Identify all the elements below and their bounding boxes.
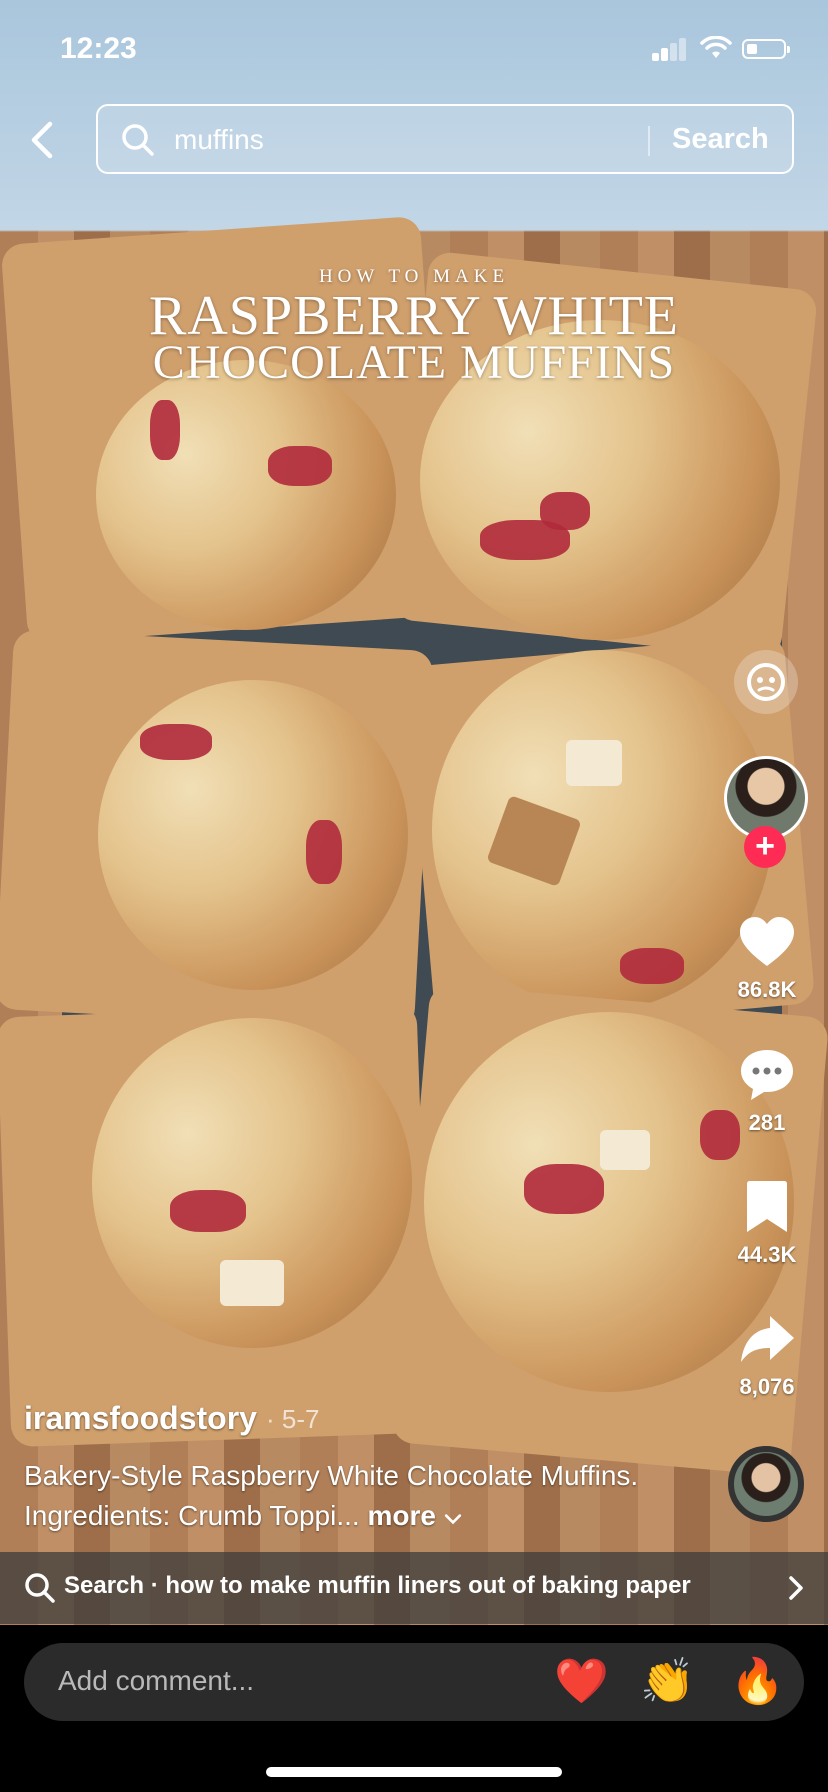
status-time: 12:23: [60, 32, 137, 65]
comment-count: 281: [748, 1110, 786, 1135]
bookmark-icon[interactable]: [736, 1176, 798, 1238]
comment-icon[interactable]: [736, 1044, 798, 1106]
search-icon: [25, 1573, 55, 1603]
battery-icon: [742, 39, 790, 59]
raspberry: [170, 1190, 246, 1232]
chevron-right-icon: [789, 1576, 803, 1600]
raspberry: [150, 400, 180, 460]
raspberry: [620, 948, 684, 984]
search-divider: [648, 126, 650, 156]
raspberry: [524, 1164, 604, 1214]
clap-emoji-button[interactable]: 👏: [640, 1657, 695, 1707]
search-button[interactable]: Search: [672, 123, 769, 156]
post-date: · 5-7: [266, 1404, 320, 1434]
raspberry: [306, 820, 342, 884]
tiktok-video-screen: HOW TO MAKE RASPBERRY WHITE CHOCOLATE MU…: [0, 0, 828, 1792]
overlay-title-line2: CHOCOLATE MUFFINS: [152, 336, 676, 389]
heart-icon[interactable]: [736, 912, 798, 974]
cellular-signal-icon: [652, 37, 688, 61]
follow-button[interactable]: +: [744, 826, 786, 868]
comment-placeholder: Add comment...: [58, 1665, 255, 1696]
caption-text: Bakery-Style Raspberry White Chocolate M…: [24, 1460, 639, 1531]
fire-emoji-button[interactable]: 🔥: [730, 1657, 785, 1707]
related-search-bar[interactable]: Search · how to make muffin liners out o…: [0, 1552, 828, 1624]
chevron-down-icon: [444, 1514, 461, 1525]
comment-input[interactable]: Add comment... ❤️ 👏 🔥: [24, 1643, 804, 1721]
share-icon[interactable]: [736, 1308, 798, 1370]
raspberry: [268, 446, 332, 486]
white-chocolate-chunk: [566, 740, 622, 786]
muffin: [98, 680, 408, 990]
muffin: [96, 360, 396, 630]
back-chevron-icon[interactable]: [24, 118, 64, 162]
creator-username[interactable]: iramsfoodstory: [24, 1400, 257, 1437]
home-indicator[interactable]: [266, 1767, 562, 1777]
search-bar[interactable]: muffins Search: [96, 104, 794, 174]
raspberry: [540, 492, 590, 530]
comment-bar: Add comment... ❤️ 👏 🔥: [0, 1625, 828, 1792]
video-player[interactable]: HOW TO MAKE RASPBERRY WHITE CHOCOLATE MU…: [0, 0, 828, 1625]
face-effect-icon: [747, 663, 785, 701]
white-chocolate-chunk: [220, 1260, 284, 1306]
video-caption[interactable]: Bakery-Style Raspberry White Chocolate M…: [24, 1456, 644, 1536]
search-input[interactable]: muffins: [174, 124, 264, 156]
muffin: [432, 650, 772, 1010]
effect-button[interactable]: [734, 650, 798, 714]
share-count: 8,076: [739, 1374, 795, 1399]
sound-disc[interactable]: [728, 1446, 804, 1522]
more-button[interactable]: more: [367, 1500, 435, 1531]
white-chocolate-chunk: [600, 1130, 650, 1170]
like-count: 86.8K: [737, 977, 797, 1002]
heart-emoji-button[interactable]: ❤️: [554, 1657, 609, 1707]
save-count: 44.3K: [737, 1242, 797, 1267]
status-bar: 12:23: [0, 0, 828, 96]
related-search-text: Search · how to make muffin liners out o…: [64, 1572, 691, 1599]
raspberry: [140, 724, 212, 760]
search-icon: [122, 124, 154, 156]
wifi-icon: [700, 36, 732, 58]
